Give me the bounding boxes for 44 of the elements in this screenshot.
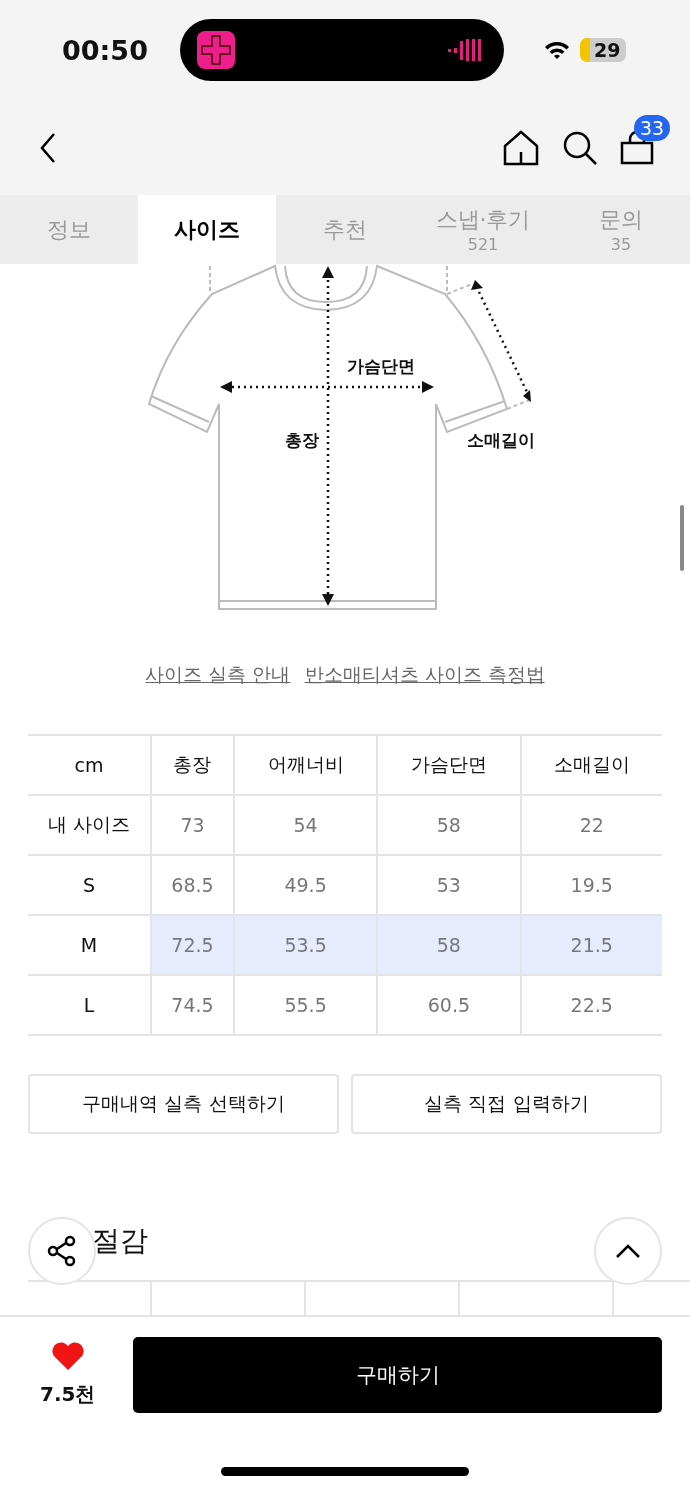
table-cell: 22.5 <box>520 975 662 1035</box>
battery-level: 29 <box>580 38 627 62</box>
tab[interactable]: 사이즈 <box>138 195 276 264</box>
table-cell: 53.5 <box>233 915 378 975</box>
diagram-label: 소매길이 <box>467 430 535 450</box>
table-cell: 72.5 <box>151 915 234 975</box>
table-cell: 58 <box>377 795 521 855</box>
diagram-label: 총장 <box>285 430 319 450</box>
back-icon[interactable] <box>38 131 58 164</box>
table-cell: 58 <box>377 915 521 975</box>
table-cell: 74.5 <box>151 975 234 1035</box>
guide-link[interactable]: 사이즈 실측 안내 <box>145 662 291 688</box>
search-icon[interactable] <box>562 129 598 166</box>
table-cell: 60.5 <box>377 975 521 1035</box>
app-icon <box>197 31 235 69</box>
diagram-label: 가슴단면 <box>347 356 415 376</box>
column-header: 가슴단면 <box>377 735 521 795</box>
guide-link[interactable]: 반소매티셔츠 사이즈 측정법 <box>304 662 545 688</box>
table-cell: 21.5 <box>520 915 662 975</box>
size-cell: L <box>28 975 151 1035</box>
home-icon[interactable] <box>502 128 540 167</box>
status-time: 00:50 <box>62 34 149 66</box>
action-button[interactable]: 구매내역 실측 선택하기 <box>28 1074 339 1134</box>
action-button[interactable]: 실측 직접 입력하기 <box>351 1074 662 1134</box>
heart-icon[interactable] <box>50 1341 85 1371</box>
size-cell: 내 사이즈 <box>28 795 151 855</box>
table-cell: 55.5 <box>233 975 378 1035</box>
scrollbar <box>680 505 684 571</box>
size-cell: S <box>28 855 151 915</box>
share-icon <box>46 1235 78 1267</box>
chevron-up-icon <box>615 1243 641 1259</box>
wifi-icon <box>544 40 570 60</box>
cart-count-badge: 33 <box>634 114 671 141</box>
table-cell: 54 <box>233 795 378 855</box>
section-heading: 절감 <box>92 1223 148 1259</box>
buy-button[interactable]: 구매하기 <box>133 1337 662 1413</box>
column-header: 소매길이 <box>520 735 662 795</box>
audio-bars-icon <box>448 37 484 63</box>
table-cell: 73 <box>151 795 234 855</box>
column-header: 어깨너비 <box>233 735 378 795</box>
column-header: 총장 <box>151 735 234 795</box>
table-cell: 22 <box>520 795 662 855</box>
like-count: 7.5천 <box>40 1381 96 1408</box>
column-header: cm <box>28 735 151 795</box>
